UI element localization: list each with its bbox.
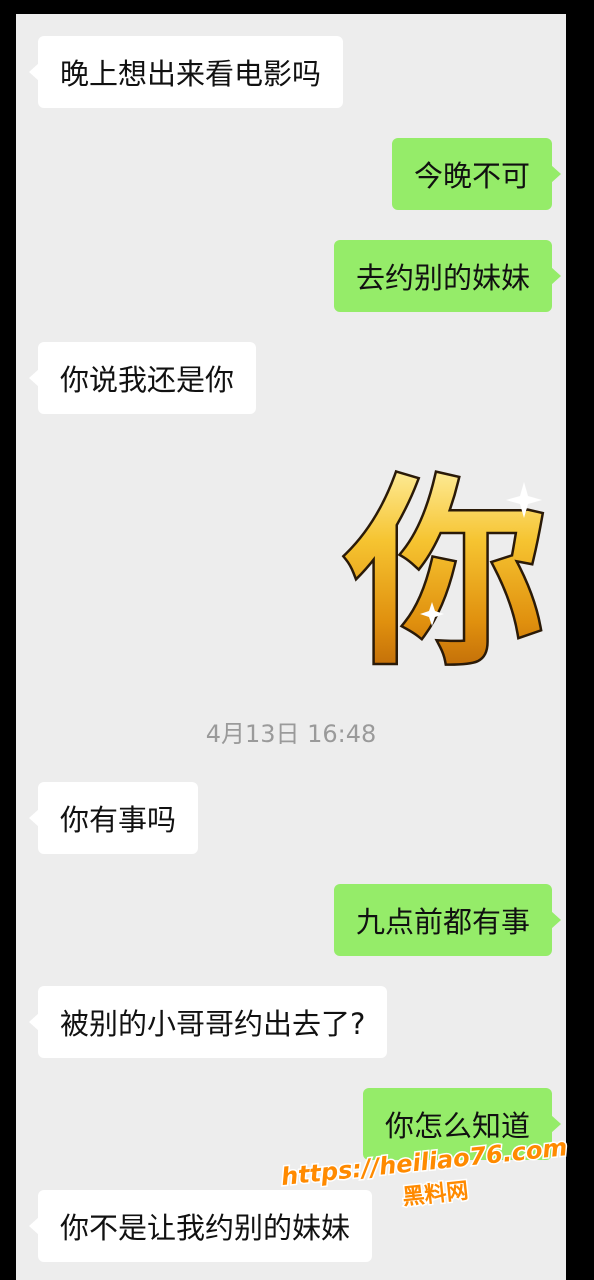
sticker-ni-character[interactable]: 你 <box>336 454 556 675</box>
watermark-label: 黑料网 <box>401 1179 469 1211</box>
sticker-glyph: 你 <box>344 459 546 674</box>
message-bubble-outgoing[interactable]: 九点前都有事 <box>333 884 562 956</box>
message-bubble-incoming[interactable]: 你说我还是你 <box>28 342 257 414</box>
message-bubble-incoming[interactable]: 你有事吗 <box>28 782 199 854</box>
chat-timestamp: 4月13日 16:48 <box>205 720 377 748</box>
message-bubble-incoming[interactable]: 晚上想出来看电影吗 <box>28 36 344 108</box>
watermark-logo: https://heiliao76.com 黑料网 <box>278 1140 570 1212</box>
message-bubble-outgoing[interactable]: 今晚不可 <box>391 138 562 210</box>
message-bubble-outgoing[interactable]: 去约别的妹妹 <box>333 240 562 312</box>
chat-screen: 晚上想出来看电影吗 今晚不可 去约别的妹妹 你说我还是你 你 4月13日 16:… <box>16 14 566 1280</box>
message-bubble-incoming[interactable]: 被别的小哥哥约出去了? <box>28 986 388 1058</box>
